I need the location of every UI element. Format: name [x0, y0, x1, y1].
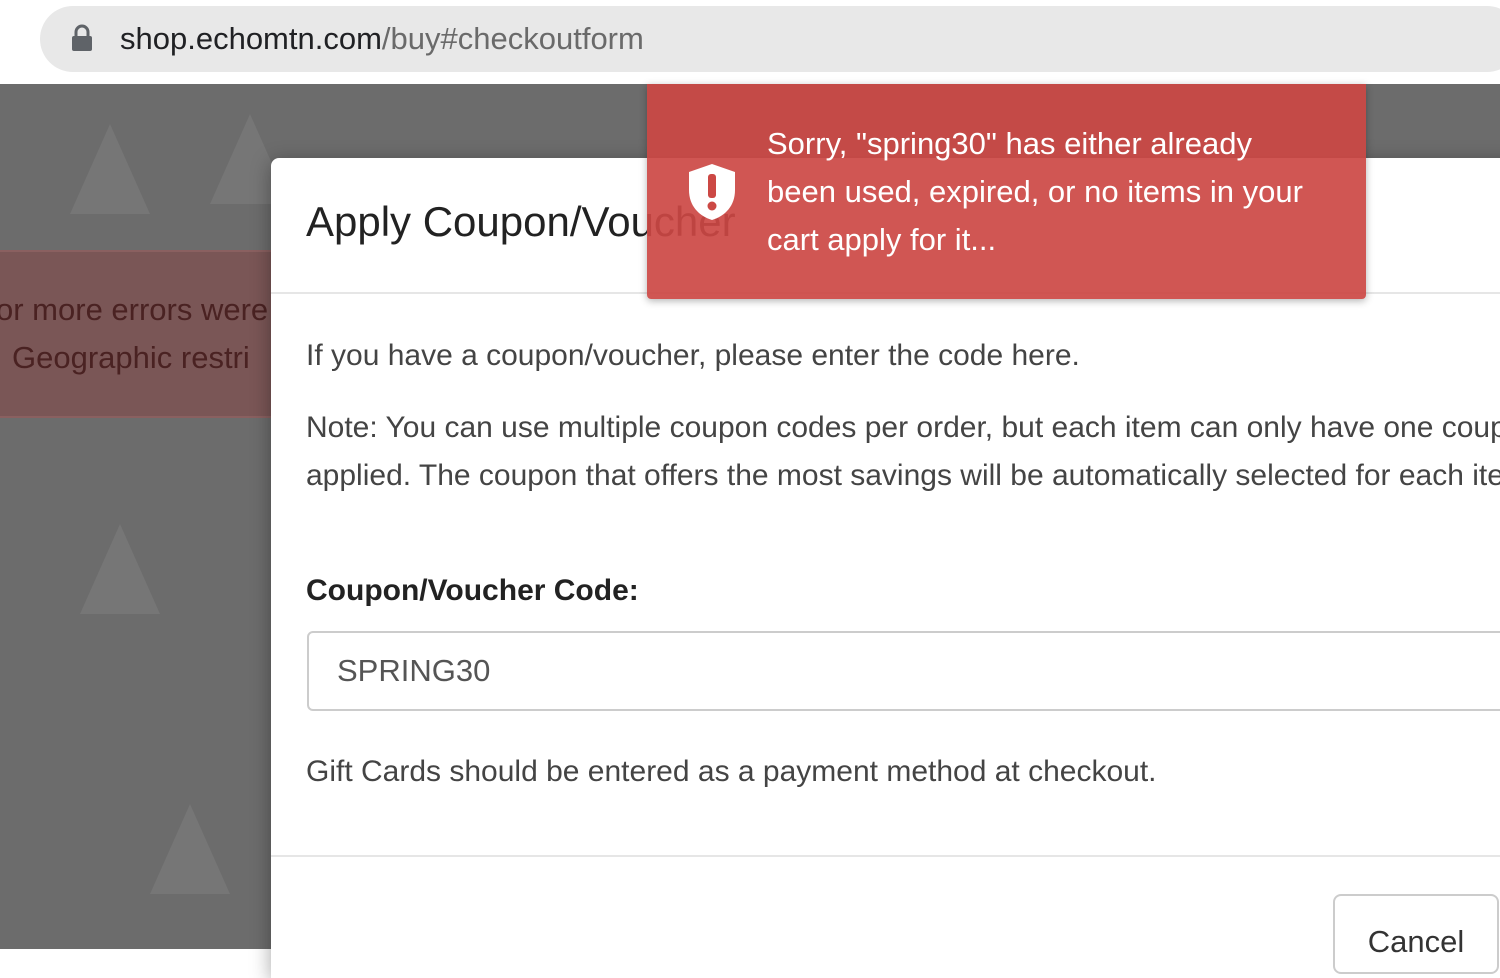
background-decoration — [80, 524, 160, 614]
coupon-code-label: Coupon/Voucher Code: — [306, 574, 639, 607]
toast-message: Sorry, "spring30" has either already bee… — [767, 126, 1303, 257]
url-text[interactable]: shop.echomtn.com/buy#checkoutform — [120, 18, 644, 60]
intro-text: If you have a coupon/voucher, please ent… — [306, 339, 1080, 372]
background-decoration — [70, 124, 150, 214]
url-path: /buy#checkoutform — [381, 21, 644, 56]
coupon-code-input[interactable] — [307, 631, 1500, 711]
menu-dots-icon[interactable]: ⋮ — [0, 24, 6, 50]
error-alert-panel: or more errors were Geographic restri — [0, 250, 290, 418]
cancel-button[interactable]: Cancel — [1333, 894, 1499, 974]
error-line-2: Geographic restri — [12, 340, 250, 375]
error-toast[interactable]: Sorry, "spring30" has either already bee… — [647, 84, 1366, 299]
lock-icon[interactable] — [70, 24, 94, 52]
browser-toolbar: ⋮ shop.echomtn.com/buy#checkoutform — [0, 0, 1500, 84]
background-decoration — [150, 804, 230, 894]
url-host: shop.echomtn.com — [120, 21, 382, 56]
error-line-1: or more errors were — [0, 292, 269, 327]
gift-card-note: Gift Cards should be entered as a paymen… — [306, 755, 1157, 788]
shield-alert-icon — [689, 164, 735, 220]
footer-divider — [271, 855, 1500, 857]
note-text: Note: You can use multiple coupon codes … — [306, 411, 1500, 492]
